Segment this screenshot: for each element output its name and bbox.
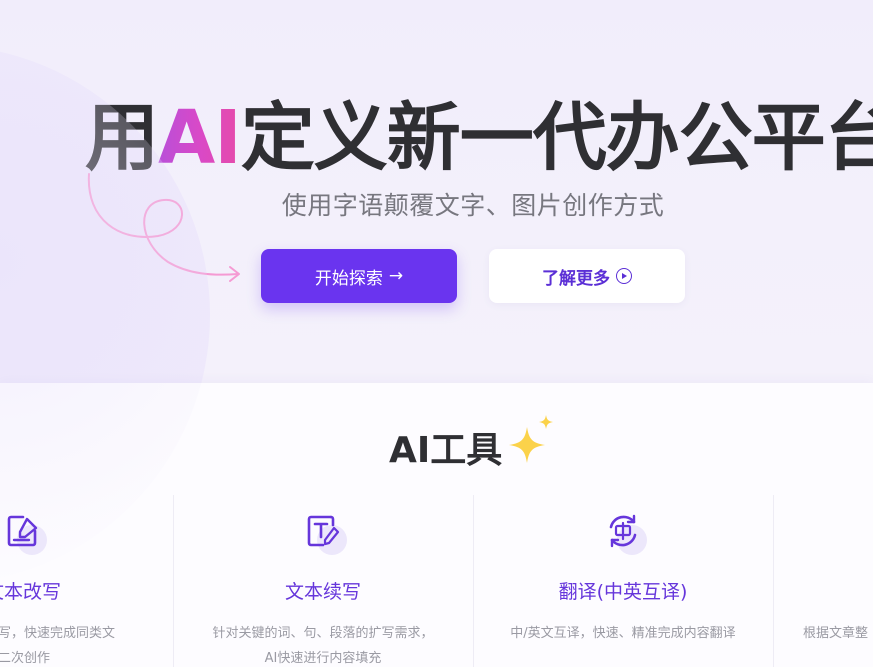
tool-card-description: 中/英文互译，快速、精准完成内容翻译	[510, 626, 736, 641]
tool-card-continue-writing[interactable]: 文本续写 针对关键的词、句、段落的扩写需求， AI快速进行内容填充	[173, 495, 473, 667]
page: 用AI定义新一代办公平台 使用字语颠覆文字、图片创作方式 开始探索 → 了解更多…	[0, 0, 873, 667]
text-pen-icon	[303, 511, 347, 555]
tool-card-description: 针对关键的词、句、段落的扩写需求， AI快速进行内容填充	[212, 626, 434, 666]
tool-card-title: 翻译(中英互译)	[558, 581, 688, 603]
ai-tools-section: AI工具 文本改写 改写，快速完成同类文 的二次创作	[0, 45, 873, 667]
edit-document-icon	[3, 511, 47, 555]
tool-card-title: 文本续写	[284, 581, 361, 603]
hero-title-highlight: AI	[158, 95, 242, 181]
start-explore-button[interactable]: 开始探索 →	[261, 249, 457, 303]
learn-more-button[interactable]: 了解更多	[489, 249, 685, 303]
start-explore-label: 开始探索	[314, 268, 383, 289]
tool-card-title: 文本改写	[0, 581, 61, 603]
tool-card-translate[interactable]: 翻译(中英互译) 中/英文互译，快速、精准完成内容翻译	[473, 495, 773, 667]
hero-title-suffix: 定义新一代办公平台	[240, 95, 873, 181]
sparkle-icon	[509, 415, 553, 463]
tool-card-summary[interactable]: 根据文章整	[773, 495, 873, 667]
ai-tools-title: AI工具	[389, 430, 503, 471]
learn-more-label: 了解更多	[542, 268, 610, 289]
play-circle-icon	[616, 268, 632, 284]
tool-card-description: 根据文章整	[803, 626, 869, 641]
translate-icon	[603, 511, 647, 555]
tool-card-description: 改写，快速完成同类文 的二次创作	[0, 626, 116, 666]
arrow-right-icon: →	[388, 266, 404, 286]
tool-card-rewrite[interactable]: 文本改写 改写，快速完成同类文 的二次创作	[0, 495, 173, 667]
